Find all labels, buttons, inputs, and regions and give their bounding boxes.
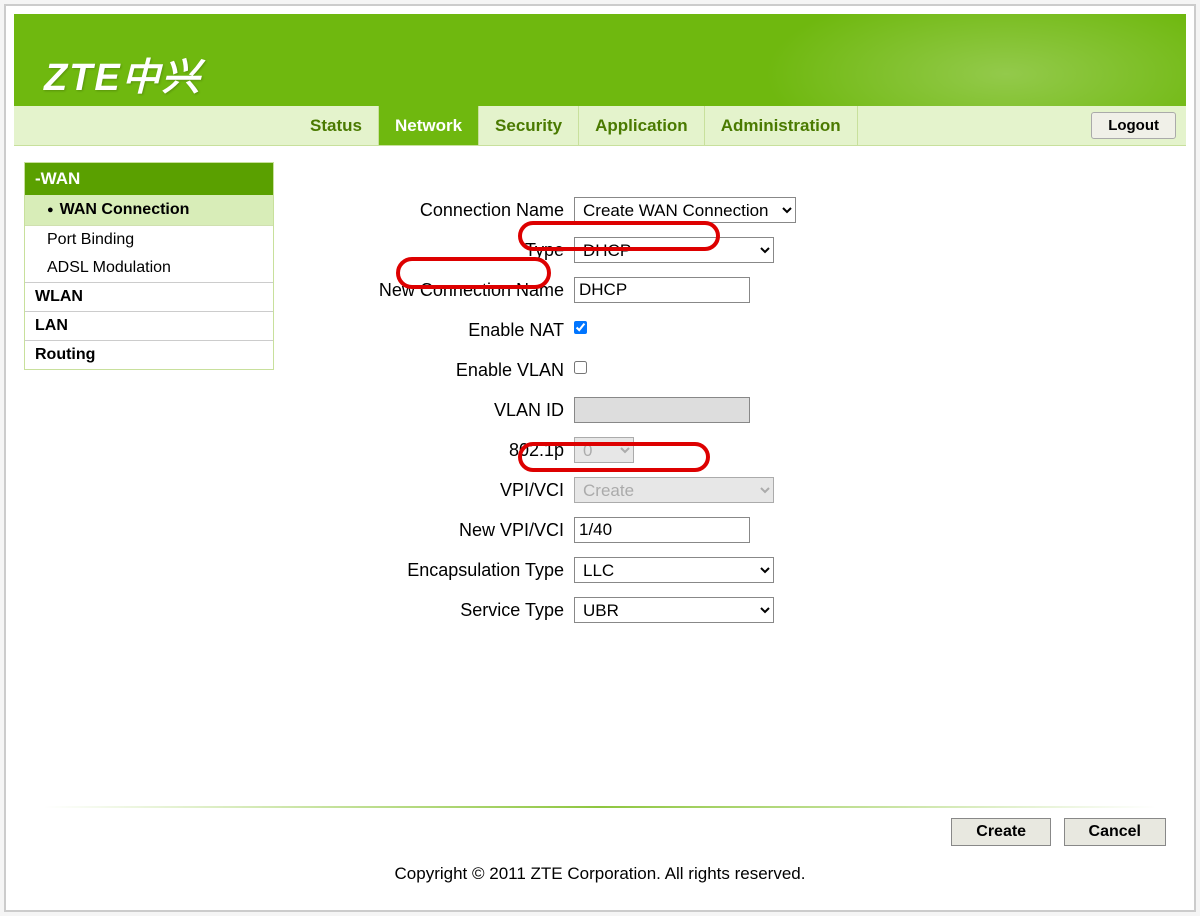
sidebar-group-lan[interactable]: LAN	[25, 311, 273, 340]
label-service-type: Service Type	[334, 600, 574, 621]
new-vpi-vci-input[interactable]	[574, 517, 750, 543]
sidebar-item-adsl-modulation[interactable]: ADSL Modulation	[25, 254, 273, 282]
label-8021p: 802.1p	[334, 440, 574, 461]
8021p-select: 0	[574, 437, 634, 463]
tab-network[interactable]: Network	[379, 106, 479, 145]
sidebar-group-routing[interactable]: Routing	[25, 340, 273, 369]
tab-administration[interactable]: Administration	[705, 106, 858, 145]
service-type-select[interactable]: UBR	[574, 597, 774, 623]
label-type: Type	[334, 240, 574, 261]
label-encapsulation-type: Encapsulation Type	[334, 560, 574, 581]
new-connection-name-input[interactable]	[574, 277, 750, 303]
label-enable-nat: Enable NAT	[334, 320, 574, 341]
top-nav: Status Network Security Application Admi…	[14, 106, 1186, 146]
type-select[interactable]: DHCP	[574, 237, 774, 263]
main-content: Connection Name Create WAN Connection Ty…	[274, 146, 1186, 746]
label-vlan-id: VLAN ID	[334, 400, 574, 421]
connection-name-select[interactable]: Create WAN Connection	[574, 197, 796, 223]
enable-nat-checkbox[interactable]	[574, 321, 587, 334]
sidebar-group-wlan[interactable]: WLAN	[25, 282, 273, 311]
sidebar-group-wan[interactable]: -WAN	[25, 163, 273, 195]
cancel-button[interactable]: Cancel	[1064, 818, 1166, 846]
divider	[44, 806, 1156, 808]
label-new-connection-name: New Connection Name	[334, 280, 574, 301]
label-enable-vlan: Enable VLAN	[334, 360, 574, 381]
encapsulation-type-select[interactable]: LLC	[574, 557, 774, 583]
tab-status[interactable]: Status	[294, 106, 379, 145]
label-connection-name: Connection Name	[334, 200, 574, 221]
sidebar-item-wan-connection[interactable]: WAN Connection	[25, 195, 273, 226]
label-vpi-vci: VPI/VCI	[334, 480, 574, 501]
sidebar: -WAN WAN Connection Port Binding ADSL Mo…	[24, 162, 274, 746]
enable-vlan-checkbox[interactable]	[574, 361, 587, 374]
tab-application[interactable]: Application	[579, 106, 705, 145]
create-button[interactable]: Create	[951, 818, 1051, 846]
copyright-text: Copyright © 2011 ZTE Corporation. All ri…	[14, 846, 1186, 902]
brand-logo: ZTE中兴	[14, 14, 1186, 101]
sidebar-item-port-binding[interactable]: Port Binding	[25, 226, 273, 254]
tab-security[interactable]: Security	[479, 106, 579, 145]
vlan-id-input	[574, 397, 750, 423]
label-new-vpi-vci: New VPI/VCI	[334, 520, 574, 541]
vpi-vci-select: Create	[574, 477, 774, 503]
header-banner: ZTE中兴	[14, 14, 1186, 106]
logout-button[interactable]: Logout	[1091, 112, 1176, 139]
